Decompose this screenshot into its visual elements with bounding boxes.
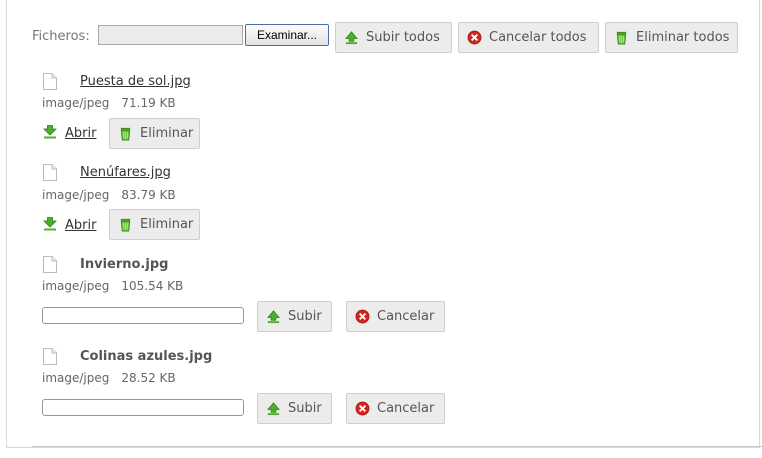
file-name: Colinas azules.jpg bbox=[80, 349, 213, 364]
download-arrow-icon bbox=[43, 125, 57, 139]
open-label: Abrir bbox=[65, 126, 97, 141]
file-name-link[interactable]: Puesta de sol.jpg bbox=[80, 74, 191, 89]
browse-button[interactable]: Examinar... bbox=[245, 24, 329, 46]
delete-label: Eliminar bbox=[140, 217, 194, 232]
trash-icon bbox=[120, 218, 131, 232]
upload-button[interactable]: Subir bbox=[257, 301, 332, 332]
open-file-link[interactable]: Abrir bbox=[42, 217, 96, 233]
cancel-icon bbox=[355, 309, 370, 324]
open-file-link[interactable]: Abrir bbox=[42, 125, 96, 141]
document-icon bbox=[43, 256, 57, 273]
document-icon bbox=[43, 73, 57, 90]
files-label: Ficheros: bbox=[32, 29, 90, 44]
file-meta: image/jpeg 105.54 KB bbox=[42, 279, 183, 293]
upload-label: Subir bbox=[288, 401, 322, 416]
download-arrow-icon bbox=[43, 217, 57, 231]
trash-icon bbox=[616, 31, 627, 45]
cancel-button[interactable]: Cancelar bbox=[346, 393, 445, 424]
trash-icon bbox=[120, 127, 131, 141]
file-size: 71.19 KB bbox=[121, 96, 176, 110]
open-label: Abrir bbox=[65, 218, 97, 233]
cancel-icon bbox=[355, 401, 370, 416]
cancel-icon bbox=[467, 30, 482, 45]
upload-button[interactable]: Subir bbox=[257, 393, 332, 424]
cancel-label: Cancelar bbox=[377, 309, 435, 324]
file-size: 83.79 KB bbox=[121, 188, 176, 202]
file-name: Invierno.jpg bbox=[80, 257, 169, 272]
upload-progress-bar bbox=[42, 399, 244, 416]
file-size: 105.54 KB bbox=[121, 279, 184, 293]
file-size: 28.52 KB bbox=[121, 371, 176, 385]
upload-all-label: Subir todos bbox=[366, 30, 440, 45]
file-meta: image/jpeg 71.19 KB bbox=[42, 96, 176, 110]
document-icon bbox=[43, 348, 57, 365]
upload-progress-bar bbox=[42, 307, 244, 324]
file-meta: image/jpeg 83.79 KB bbox=[42, 188, 176, 202]
delete-label: Eliminar bbox=[140, 126, 194, 141]
delete-file-button[interactable]: Eliminar bbox=[109, 209, 200, 240]
upload-icon bbox=[267, 310, 280, 324]
file-type: image/jpeg bbox=[42, 188, 110, 202]
upload-all-button[interactable]: Subir todos bbox=[335, 22, 452, 53]
cancel-button[interactable]: Cancelar bbox=[346, 301, 445, 332]
document-icon bbox=[43, 164, 57, 181]
upload-icon bbox=[267, 402, 280, 416]
file-type: image/jpeg bbox=[42, 96, 110, 110]
cancel-all-label: Cancelar todos bbox=[489, 30, 587, 45]
file-type: image/jpeg bbox=[42, 279, 110, 293]
delete-file-button[interactable]: Eliminar bbox=[109, 118, 200, 149]
file-type: image/jpeg bbox=[42, 371, 110, 385]
cancel-label: Cancelar bbox=[377, 401, 435, 416]
cancel-all-button[interactable]: Cancelar todos bbox=[458, 22, 599, 53]
upload-label: Subir bbox=[288, 309, 322, 324]
file-meta: image/jpeg 28.52 KB bbox=[42, 371, 176, 385]
delete-all-button[interactable]: Eliminar todos bbox=[605, 22, 738, 53]
divider bbox=[32, 446, 762, 447]
upload-icon bbox=[345, 31, 358, 45]
file-name-link[interactable]: Nenúfares.jpg bbox=[80, 165, 171, 180]
delete-all-label: Eliminar todos bbox=[636, 30, 730, 45]
file-path-input[interactable] bbox=[98, 25, 243, 45]
